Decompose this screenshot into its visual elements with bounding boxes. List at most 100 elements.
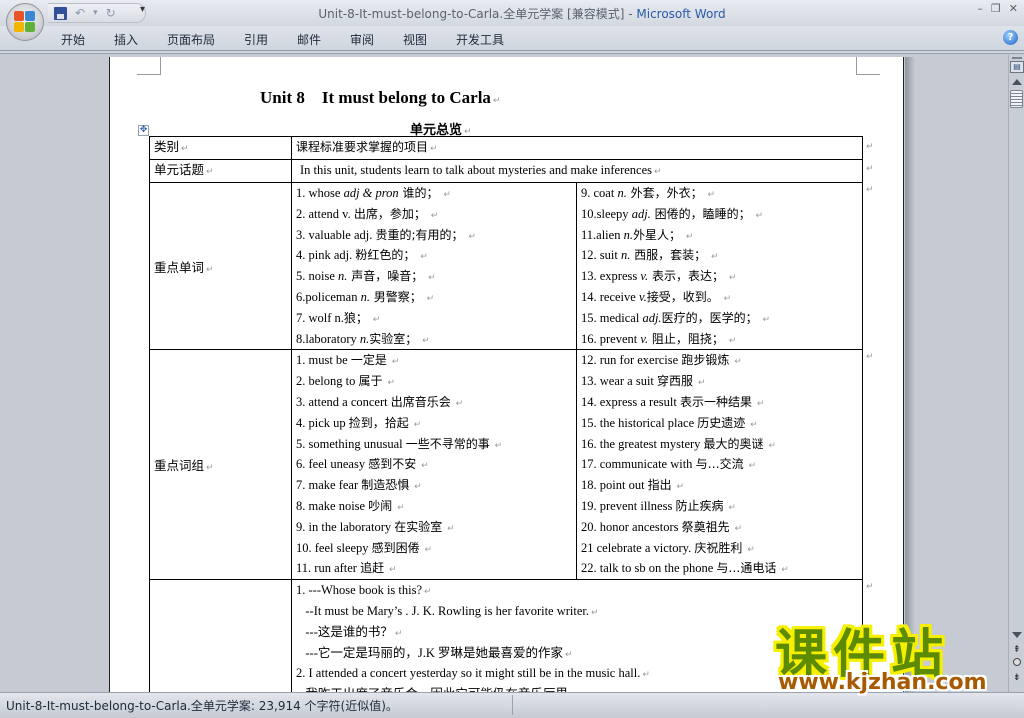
phrase-english: 20. honor ancestors bbox=[581, 519, 682, 534]
office-button[interactable] bbox=[6, 3, 44, 41]
close-button[interactable]: ✕ bbox=[1009, 2, 1018, 15]
undo-dropdown-icon[interactable]: ▾ bbox=[93, 8, 98, 18]
vocab-item: 16. prevent v. 阻止，阻挠； ↵ bbox=[581, 329, 858, 350]
vocab-word: 10.sleepy bbox=[581, 206, 632, 221]
tab-developer[interactable]: 开发工具 bbox=[456, 31, 504, 48]
vocab-item: 11.alien n.外星人； ↵ bbox=[581, 225, 858, 246]
scroll-down-arrow-icon[interactable] bbox=[1012, 632, 1022, 638]
sentence-line: ---它一定是玛丽的，J.K 罗琳是她最喜爱的作家 ↵ bbox=[296, 643, 858, 664]
part-of-speech: adj & pron bbox=[343, 186, 399, 200]
phrase-meaning: 最大的奥谜 bbox=[703, 436, 764, 451]
sentence-text: --It must be Mary’s . J. K. Rowling is h… bbox=[296, 603, 590, 618]
phrase-meaning: 指出 bbox=[647, 478, 672, 493]
phrase-item: 11. run after 追赶 ↵ bbox=[296, 558, 572, 579]
sentences-label-cell[interactable] bbox=[149, 579, 292, 692]
phrase-item: 19. prevent illness 防止疾病 ↵ bbox=[581, 496, 858, 517]
table-row-phrases: 重点词组 ↵ 1. must be 一定是 ↵ 2. belong to 属于 ↵ 3… bbox=[149, 349, 863, 581]
tab-references[interactable]: 引用 bbox=[244, 31, 268, 48]
phrase-item: 8. make noise 吵闹 ↵ bbox=[296, 496, 572, 517]
topic-label-cell[interactable]: 单元话题 ↵ bbox=[149, 159, 292, 183]
topic-text-cell[interactable]: In this unit, students learn to talk abo… bbox=[291, 159, 863, 183]
vocab-meaning: 西服，套装； bbox=[630, 248, 707, 263]
table-row-topic: 单元话题 ↵ In this unit, students learn to ta… bbox=[149, 159, 863, 183]
office-logo-icon bbox=[14, 11, 36, 33]
row-end-mark: ↵ bbox=[866, 185, 874, 195]
select-browse-object-icon[interactable] bbox=[1013, 658, 1021, 666]
phrase-english: 21 celebrate a victory. bbox=[581, 540, 695, 555]
split-handle[interactable] bbox=[1012, 57, 1022, 59]
sentences-cell[interactable]: 1. ---Whose book is this? ↵ --It must be … bbox=[291, 579, 863, 692]
vocab-meaning: 外星人； bbox=[632, 227, 681, 242]
phrase-english: 10. feel sleepy bbox=[296, 540, 372, 555]
phrase-item: 6. feel uneasy 感到不安 ↵ bbox=[296, 454, 572, 475]
vocab-meaning: 实验室； bbox=[369, 331, 418, 346]
header-items-cell[interactable]: 课程标准要求掌握的项目 ↵ bbox=[291, 136, 863, 160]
vocab-item: 6.policeman n. 男警察； ↵ bbox=[296, 287, 572, 308]
vocab-label-cell[interactable]: 重点单词 ↵ bbox=[149, 181, 292, 351]
paragraph-mark: ↵ bbox=[424, 587, 432, 598]
vocab-item: 15. medical adj.医疗的，医学的； ↵ bbox=[581, 308, 858, 329]
ribbon-tabs: 开始 插入 页面布局 引用 邮件 审阅 视图 开发工具 ? bbox=[0, 26, 1024, 51]
header-category-cell[interactable]: 类别 ↵ bbox=[149, 136, 292, 160]
crop-mark-top-right bbox=[856, 57, 880, 75]
tab-page-layout[interactable]: 页面布局 bbox=[167, 31, 215, 48]
part-of-speech: n. bbox=[338, 269, 348, 284]
vocab-right-cell[interactable]: 9. coat n. 外套，外衣； ↵ 10.sleepy adj. 困倦的，瞌睡… bbox=[576, 181, 863, 351]
vocab-meaning: 粉红色的； bbox=[355, 248, 416, 263]
previous-page-icon[interactable]: ⇞ bbox=[1013, 645, 1021, 655]
next-page-icon[interactable]: ⇟ bbox=[1013, 673, 1021, 683]
undo-icon[interactable]: ↶ bbox=[75, 6, 85, 20]
view-ruler-icon[interactable]: ▤ bbox=[1010, 61, 1024, 73]
phrases-label-cell[interactable]: 重点词组 ↵ bbox=[149, 349, 292, 581]
tab-view[interactable]: 视图 bbox=[403, 31, 427, 48]
phrase-item: 1. must be 一定是 ↵ bbox=[296, 350, 572, 371]
minimize-button[interactable]: – bbox=[977, 2, 983, 15]
paragraph-mark: ↵ bbox=[452, 398, 464, 409]
phrases-left-cell[interactable]: 1. must be 一定是 ↵ 2. belong to 属于 ↵ 3. atte… bbox=[291, 349, 577, 581]
vocab-left-cell[interactable]: 1. whose adj & pron 谁的； ↵ 2. attend v. 出席… bbox=[291, 181, 577, 351]
scroll-thumb[interactable] bbox=[1010, 90, 1023, 108]
table-move-handle-icon[interactable]: ✥ bbox=[138, 125, 149, 136]
status-bar: Unit-8-It-must-belong-to-Carla.全单元学案: 23… bbox=[0, 692, 1024, 718]
save-icon[interactable] bbox=[54, 6, 67, 20]
phrase-meaning: 感到不安 bbox=[368, 457, 417, 472]
tab-mailings[interactable]: 邮件 bbox=[297, 31, 321, 48]
phrase-english: 16. the greatest mystery bbox=[581, 436, 704, 451]
title-bar: Unit-8-It-must-belong-to-Carla.全单元学案 [兼容… bbox=[0, 0, 1024, 26]
phrase-item: 5. something unusual 一些不寻常的事 ↵ bbox=[296, 434, 572, 455]
phrase-english: 6. feel uneasy bbox=[296, 457, 369, 472]
document-page[interactable]: Unit 8 It must belong to Carla ↵ 单元总览 ↵ ✥ … bbox=[109, 57, 904, 692]
vocab-meaning: 男警察； bbox=[369, 289, 422, 304]
vocab-word: 14. receive bbox=[581, 289, 639, 304]
status-word-count[interactable]: Unit-8-It-must-belong-to-Carla.全单元学案: 23… bbox=[6, 697, 398, 714]
tab-review[interactable]: 审阅 bbox=[350, 31, 374, 48]
part-of-speech: v. bbox=[638, 289, 647, 304]
vocab-meaning: 声音，噪音； bbox=[347, 269, 424, 284]
phrase-item: 4. pick up 捡到，拾起 ↵ bbox=[296, 413, 572, 434]
customize-qat-icon[interactable]: ▾ bbox=[140, 4, 145, 15]
paragraph-mark: ↵ bbox=[591, 607, 599, 618]
phrase-item: 16. the greatest mystery 最大的奥谜 ↵ bbox=[581, 434, 858, 455]
redo-icon[interactable]: ↻ bbox=[106, 6, 116, 20]
phrase-item: 2. belong to 属于 ↵ bbox=[296, 371, 572, 392]
paragraph-mark: ↵ bbox=[642, 670, 650, 681]
vocab-word: 5. noise bbox=[296, 269, 339, 284]
paragraph-mark: ↵ bbox=[491, 440, 503, 451]
phrase-meaning: 制造恐惧 bbox=[361, 478, 410, 493]
phrase-english: 7. make fear bbox=[296, 478, 362, 493]
sentence-line: 1. ---Whose book is this? ↵ bbox=[296, 580, 858, 601]
phrases-right-cell[interactable]: 12. run for exercise 跑步锻炼 ↵ 13. wear a su… bbox=[576, 349, 863, 581]
help-icon[interactable]: ? bbox=[1003, 30, 1018, 45]
paragraph-mark: ↵ bbox=[411, 482, 422, 493]
phrase-meaning: 与…通电话 bbox=[716, 561, 777, 576]
tab-home[interactable]: 开始 bbox=[61, 31, 85, 48]
tab-insert[interactable]: 插入 bbox=[114, 31, 138, 48]
paragraph-mark: ↵ bbox=[747, 419, 758, 430]
phrase-meaning: 出席音乐会 bbox=[390, 394, 451, 409]
scroll-up-arrow-icon[interactable] bbox=[1012, 79, 1022, 85]
ribbon-divider bbox=[0, 51, 1024, 54]
phrase-item: 20. honor ancestors 祭奠祖先 ↵ bbox=[581, 517, 858, 538]
restore-button[interactable]: ❐ bbox=[991, 2, 1001, 15]
vertical-scrollbar[interactable]: ▤ ⇞ ⇟ bbox=[1008, 55, 1024, 692]
paragraph-mark: ↵ bbox=[778, 565, 789, 576]
